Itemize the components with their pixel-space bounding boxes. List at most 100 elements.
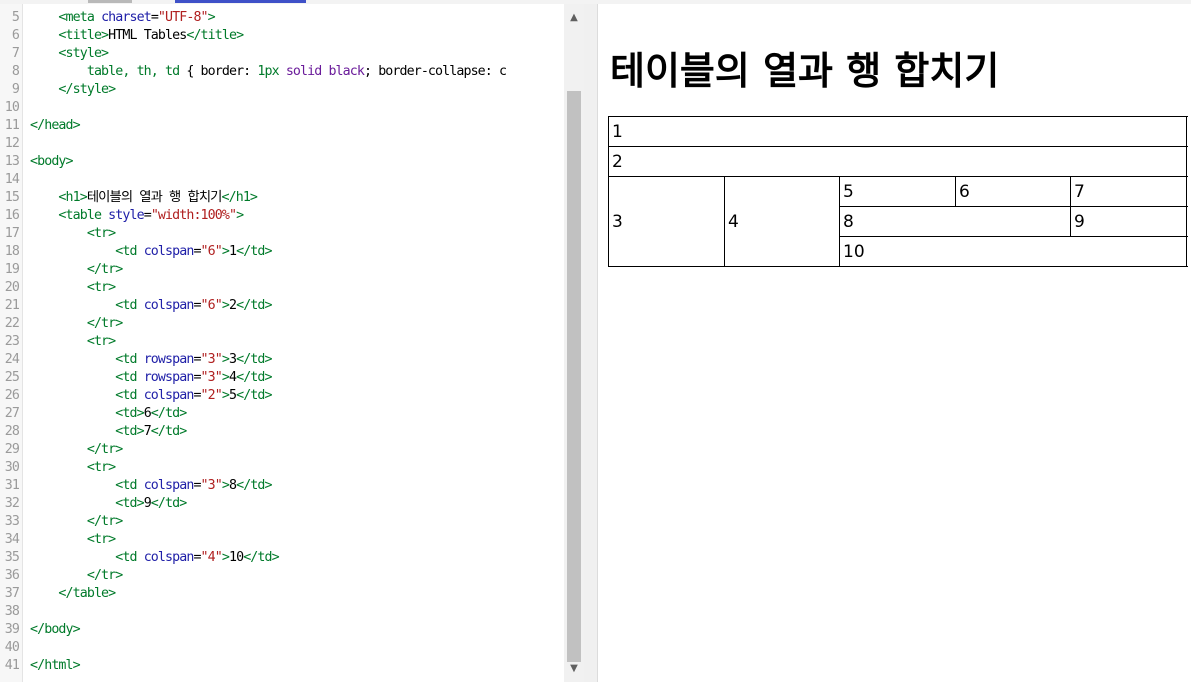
- code-token: colspan: [143, 388, 195, 403]
- code-token: <tr>: [86, 334, 116, 349]
- code-token: 테이블의 열과 행 합치기: [86, 190, 223, 205]
- line-number: 7: [11, 46, 20, 61]
- table-cell: 2: [608, 146, 1187, 177]
- editor-scrollbar[interactable]: ▲ ▼: [564, 4, 584, 682]
- code-token: </html>: [30, 658, 81, 673]
- code-token: "3": [200, 370, 223, 385]
- line-number: 20: [4, 280, 20, 295]
- code-token: black: [328, 64, 364, 79]
- code-token: 10: [228, 550, 244, 565]
- line-number: 27: [4, 406, 20, 421]
- code-text: <tr>: [30, 459, 116, 477]
- code-token: =: [193, 370, 201, 385]
- code-token: =: [193, 244, 201, 259]
- code-token: </tr>: [86, 514, 123, 529]
- code-text: <td>9</td>: [30, 495, 187, 513]
- line-number: 32: [4, 496, 20, 511]
- code-token: >: [221, 244, 230, 259]
- code-text: <td colspan="2">5</td>: [30, 387, 272, 405]
- code-token: </td>: [150, 406, 187, 421]
- line-number: 35: [4, 550, 20, 565]
- line-number: 30: [4, 460, 20, 475]
- code-editor[interactable]: 5 <meta charset="UTF-8"> 6 <title>HTML Ta…: [0, 4, 564, 682]
- code-token: solid: [285, 64, 329, 79]
- tab-indicator-active[interactable]: [175, 0, 306, 3]
- code-token: =: [143, 208, 152, 223]
- code-text: </tr>: [30, 315, 123, 333]
- code-token: 7: [143, 424, 152, 439]
- code-text: <body>: [30, 153, 74, 171]
- code-text: <style>: [30, 45, 109, 63]
- code-text: <td colspan="4">10</td>: [30, 549, 279, 567]
- code-token: "3": [200, 352, 223, 367]
- line-number: 10: [4, 100, 20, 115]
- code-text: <tr>: [30, 333, 116, 351]
- code-token: "width:100%": [150, 208, 237, 223]
- preview-heading: 테이블의 열과 행 합치기: [610, 49, 1000, 93]
- table-cell: 3: [608, 176, 725, 267]
- code-token: 9: [143, 496, 152, 511]
- line-number: 5: [11, 10, 20, 25]
- code-text: </head>: [30, 117, 81, 135]
- code-token: "3": [200, 478, 223, 493]
- code-text: </tr>: [30, 567, 123, 585]
- line-number: 24: [4, 352, 20, 367]
- tab-indicator-inactive[interactable]: [88, 0, 132, 3]
- code-token: </tr>: [86, 262, 123, 277]
- code-token: colspan: [143, 244, 195, 259]
- code-token: <style>: [58, 46, 109, 61]
- code-token: </tr>: [86, 442, 123, 457]
- code-text: </tr>: [30, 261, 123, 279]
- table-cell: 10: [839, 236, 1187, 267]
- scroll-thumb[interactable]: [567, 91, 581, 662]
- scroll-down-icon[interactable]: ▼: [564, 660, 584, 678]
- code-token: <table: [58, 208, 109, 223]
- code-text: <h1>테이블의 열과 행 합치기</h1>: [30, 189, 257, 207]
- code-token: </td>: [236, 388, 272, 403]
- code-token: >: [207, 10, 216, 25]
- line-number: 31: [4, 478, 20, 493]
- line-number: 41: [4, 658, 20, 673]
- code-token: </td>: [150, 496, 187, 511]
- line-number: 39: [4, 622, 20, 637]
- table-row: 2: [608, 146, 1187, 177]
- line-number: 34: [4, 532, 20, 547]
- table-cell: 7: [1070, 176, 1187, 207]
- code-token: </title>: [186, 28, 244, 43]
- code-token: =: [193, 352, 201, 367]
- code-token: =: [193, 550, 201, 565]
- code-token: colspan: [143, 298, 195, 313]
- code-token: <td: [115, 352, 144, 367]
- code-token: =: [193, 388, 201, 403]
- code-token: table, th, td: [86, 64, 187, 79]
- code-token: >: [221, 550, 230, 565]
- scroll-up-icon[interactable]: ▲: [564, 9, 584, 27]
- code-token: charset: [101, 10, 152, 25]
- code-text: <td colspan="3">8</td>: [30, 477, 272, 495]
- code-token: =: [193, 298, 201, 313]
- code-token: <td: [115, 370, 144, 385]
- code-token: </td>: [236, 298, 272, 313]
- code-text: </tr>: [30, 441, 123, 459]
- code-token: style: [108, 208, 144, 223]
- line-number: 26: [4, 388, 20, 403]
- code-token: <tr>: [86, 226, 116, 241]
- pane-divider[interactable]: [584, 4, 598, 682]
- code-token: rowspan: [143, 352, 195, 367]
- table-cell: 8: [839, 206, 1071, 237]
- code-text: </tr>: [30, 513, 123, 531]
- code-token: </td>: [236, 370, 272, 385]
- code-text: <td>6</td>: [30, 405, 187, 423]
- code-token: </tr>: [86, 316, 123, 331]
